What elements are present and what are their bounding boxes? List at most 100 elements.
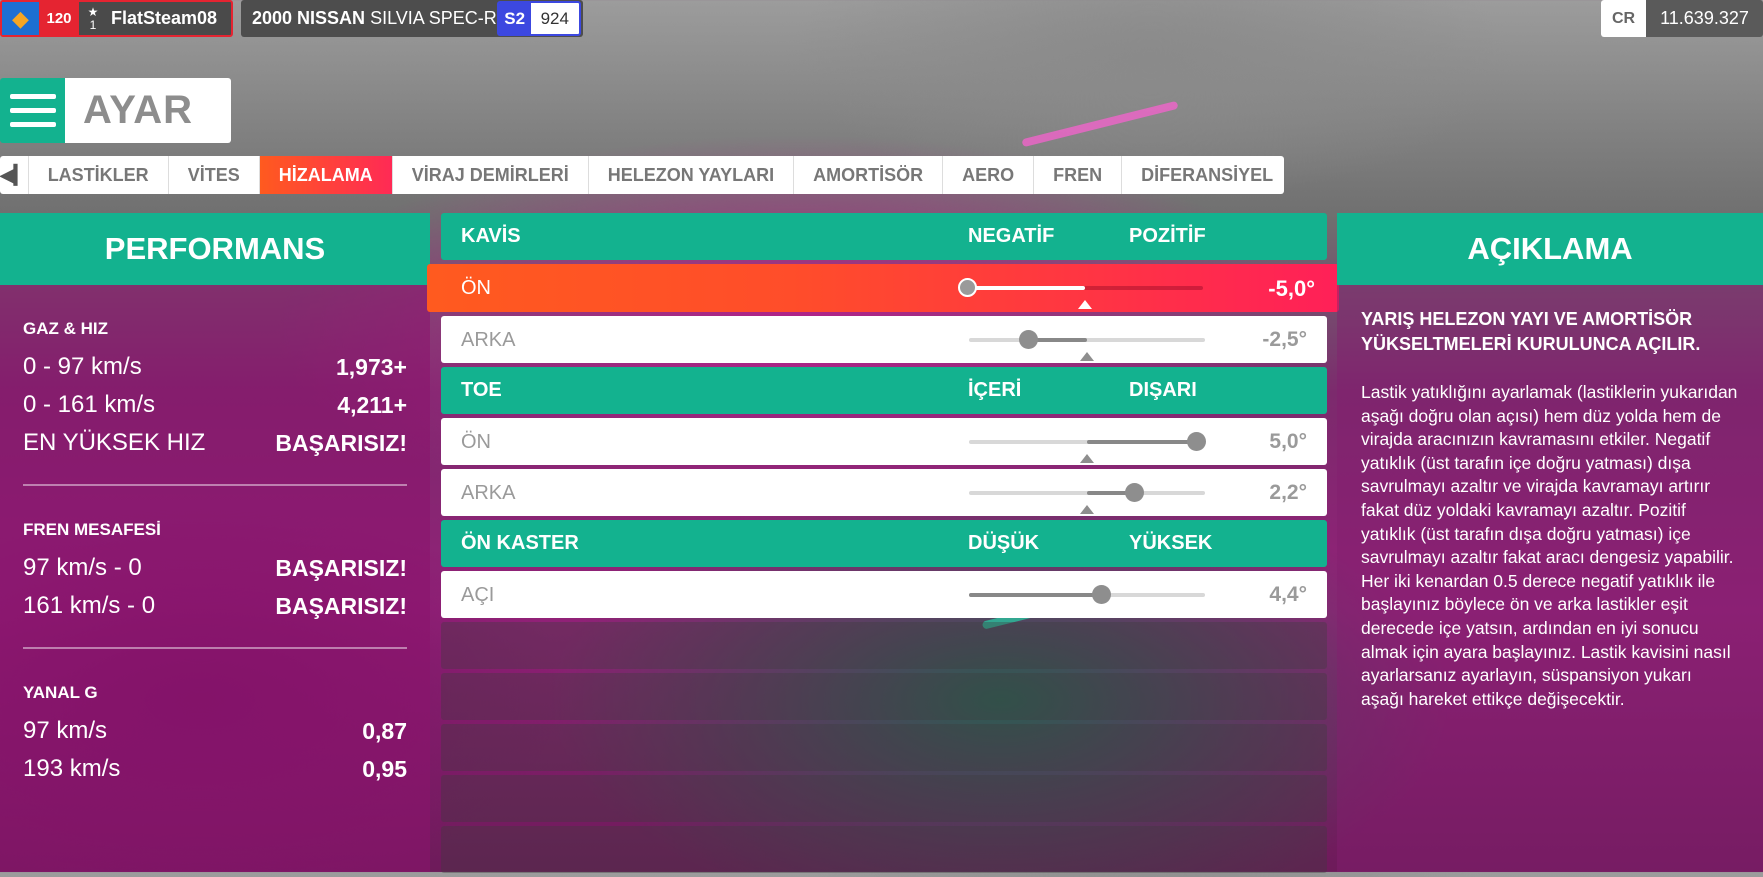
rank-star-icon: ★ 1 <box>87 4 99 32</box>
toe-low-label: İÇERİ <box>968 379 1022 401</box>
tab-gearing[interactable]: VİTES <box>169 156 260 194</box>
tab-alignment[interactable]: HİZALAMA <box>259 156 393 194</box>
camber-front-slider[interactable] <box>958 278 1203 309</box>
caster-low-label: DÜŞÜK <box>968 532 1040 554</box>
toe-front-slider[interactable] <box>969 432 1206 463</box>
slider-knob[interactable] <box>1186 432 1206 451</box>
credits-display: CR 11.639.327 <box>1601 0 1763 37</box>
tab-differential[interactable]: DİFERANSİYEL <box>1122 156 1284 194</box>
acceleration-section: GAZ & HIZ 0 - 97 km/s 1,973+ 0 - 161 km/s… <box>0 319 430 486</box>
setting-value: 5,0° <box>1269 430 1307 453</box>
setting-label: AÇI <box>461 584 495 606</box>
empty-row <box>441 673 1327 720</box>
stat-row: 0 - 161 km/s 4,211+ <box>23 386 407 424</box>
tab-antiroll-bars[interactable]: VİRAJ DEMİRLERİ <box>393 156 589 194</box>
default-marker-icon <box>1080 505 1094 514</box>
slider-fill <box>969 593 1102 597</box>
toe-header: TOE İÇERİ DIŞARI <box>441 367 1327 414</box>
tuning-tabs: ◀▎ LASTİKLER VİTES HİZALAMA VİRAJ DEMİRL… <box>0 156 1284 194</box>
description-title: AÇIKLAMA <box>1337 213 1763 285</box>
caster-angle-row[interactable]: AÇI 4,4° <box>441 571 1327 618</box>
section-title: YANAL G <box>23 683 98 702</box>
description-panel: AÇIKLAMA YARIŞ HELEZON YAYI VE AMORTİSÖR… <box>1337 213 1763 872</box>
section-title: GAZ & HIZ <box>23 319 108 338</box>
default-marker-icon <box>1080 454 1094 463</box>
camber-header: KAVİS NEGATİF POZİTİF <box>441 213 1327 260</box>
pi-class: S2 <box>498 3 531 34</box>
lateral-g-section: YANAL G 97 km/s 0,87 193 km/s 0,95 <box>0 683 430 788</box>
player-avatar: ◆ <box>2 2 39 35</box>
credits-label: CR <box>1601 0 1646 37</box>
slider-knob[interactable] <box>1092 585 1112 604</box>
performance-title: PERFORMANS <box>0 213 430 285</box>
toe-title: TOE <box>461 379 502 401</box>
setting-label: ARKA <box>461 482 516 504</box>
stat-label: EN YÜKSEK HIZ <box>23 429 206 456</box>
player-rank: 1 <box>89 17 97 32</box>
divider <box>23 647 407 649</box>
camber-high-label: POZİTİF <box>1129 225 1206 247</box>
empty-row <box>441 724 1327 771</box>
player-level: 120 <box>39 2 79 35</box>
setting-value: 2,2° <box>1269 481 1307 504</box>
stat-row: 97 km/s - 0 BAŞARISIZ! <box>23 549 407 587</box>
background-streak <box>1021 100 1179 148</box>
camber-rear-slider[interactable] <box>969 330 1205 361</box>
setting-value: -5,0° <box>1268 276 1315 301</box>
tab-brake[interactable]: FREN <box>1034 156 1123 194</box>
locked-notice: YARIŞ HELEZON YAYI VE AMORTİSÖR YÜKSELTM… <box>1361 309 1701 354</box>
empty-row <box>441 775 1327 822</box>
stat-value: 0,95 <box>362 755 407 782</box>
divider <box>23 484 407 486</box>
gamertag: FlatSteam08 <box>111 8 218 28</box>
toe-front-row[interactable]: ÖN 5,0° <box>441 418 1327 465</box>
description-text: Lastik yatıklığını ayarlamak (lastikleri… <box>1361 382 1738 709</box>
camber-title: KAVİS <box>461 225 521 247</box>
credits-value: 11.639.327 <box>1646 0 1763 37</box>
slider-knob[interactable] <box>1125 483 1145 502</box>
stat-label: 97 km/s - 0 <box>23 554 142 581</box>
empty-row <box>441 622 1327 669</box>
tab-tires[interactable]: LASTİKLER <box>29 156 169 194</box>
stat-value: BAŞARISIZ! <box>275 554 407 581</box>
stat-label: 193 km/s <box>23 755 121 782</box>
slider-knob[interactable] <box>1019 330 1038 349</box>
stat-label: 161 km/s - 0 <box>23 592 156 619</box>
tab-damping[interactable]: AMORTİSÖR <box>794 156 944 194</box>
stat-value: 4,211+ <box>337 391 407 418</box>
section-title: FREN MESAFESİ <box>23 520 161 539</box>
caster-header: ÖN KASTER DÜŞÜK YÜKSEK <box>441 520 1327 567</box>
toe-rear-slider[interactable] <box>969 483 1205 514</box>
braking-section: FREN MESAFESİ 97 km/s - 0 BAŞARISIZ! 161 … <box>0 520 430 649</box>
tab-springs[interactable]: HELEZON YAYLARI <box>589 156 795 194</box>
stat-value: BAŞARISIZ! <box>275 429 407 456</box>
performance-panel: PERFORMANS GAZ & HIZ 0 - 97 km/s 1,973+ 0… <box>0 213 430 872</box>
setting-label: ÖN <box>461 277 491 299</box>
default-marker-icon <box>1078 300 1092 309</box>
tab-aero[interactable]: AERO <box>943 156 1035 194</box>
stat-row: 0 - 97 km/s 1,973+ <box>23 348 407 386</box>
camber-rear-row[interactable]: ARKA -2,5° <box>441 316 1327 363</box>
car-name: 2000 NISSAN SILVIA SPEC-R <box>252 8 497 28</box>
stat-row: EN YÜKSEK HIZ BAŞARISIZ! <box>23 424 407 462</box>
stat-value: 0,87 <box>362 717 407 744</box>
slider-fill <box>1087 440 1196 444</box>
sliders-icon <box>0 78 65 143</box>
tab-prev-icon[interactable]: ◀▎ <box>0 156 29 194</box>
camber-low-label: NEGATİF <box>968 225 1055 247</box>
stat-value: BAŞARISIZ! <box>275 592 407 619</box>
stat-row: 193 km/s 0,95 <box>23 750 407 788</box>
toe-rear-row[interactable]: ARKA 2,2° <box>441 469 1327 516</box>
page-title-box: AYAR <box>0 78 231 143</box>
car-info: 2000 NISSAN SILVIA SPEC-R S2 924 <box>241 0 583 37</box>
toe-high-label: DIŞARI <box>1129 379 1197 401</box>
caster-title: ÖN KASTER <box>461 532 579 554</box>
performance-index-badge: S2 924 <box>496 1 581 36</box>
setting-value: 4,4° <box>1269 583 1307 606</box>
setting-label: ARKA <box>461 329 516 351</box>
slider-knob[interactable] <box>958 278 977 297</box>
stat-label: 0 - 161 km/s <box>23 391 156 418</box>
caster-angle-slider[interactable] <box>969 585 1205 604</box>
caster-high-label: YÜKSEK <box>1129 532 1213 554</box>
camber-front-row[interactable]: ÖN -5,0° <box>427 264 1339 312</box>
